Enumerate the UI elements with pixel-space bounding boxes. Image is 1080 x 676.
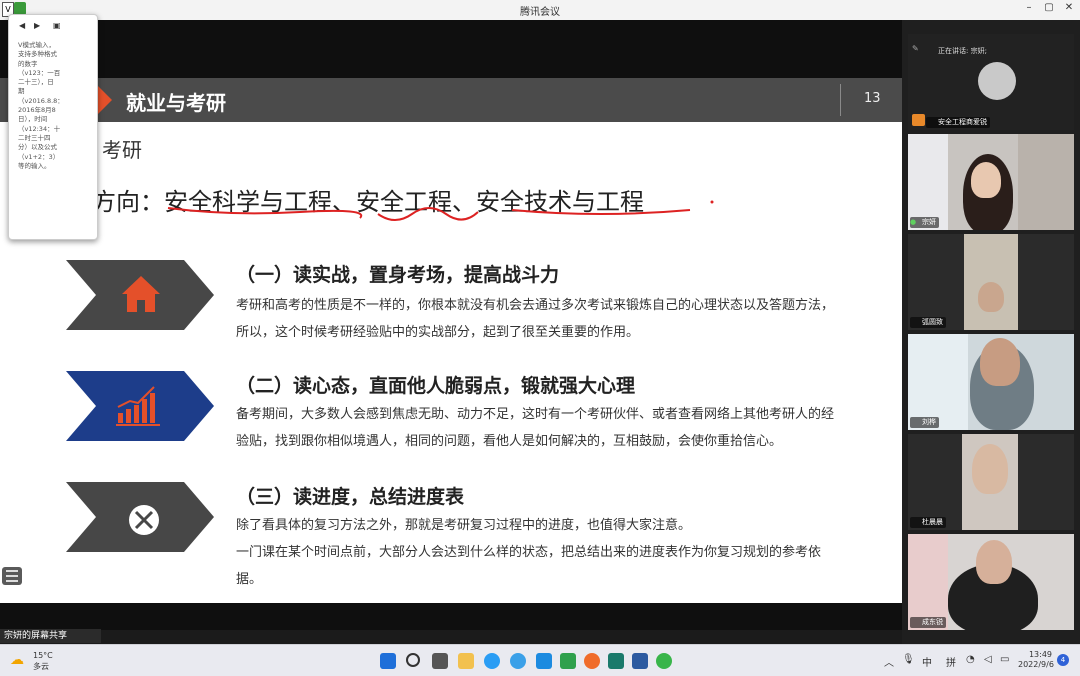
input-tooltip-popup: ◀ ▶ ▣ V模式输入， 支持多种格式 的数字 （v123：一百 二十三），日 … <box>8 14 98 240</box>
participant-tile[interactable]: 弧圆致 <box>908 234 1074 330</box>
chevron-up-icon[interactable]: ︿ <box>884 654 894 669</box>
maximize-button[interactable]: ▢ <box>1042 2 1056 13</box>
chevron-badge <box>66 260 214 330</box>
clock-time: 13:49 <box>1028 650 1052 659</box>
direction-item: 安全工程 <box>356 188 452 216</box>
title-bar: V 腾讯会议 – ▢ ✕ <box>0 0 1080 21</box>
search-icon[interactable] <box>406 653 420 667</box>
next-arrow-icon[interactable]: ▶ <box>34 21 40 30</box>
task-view-icon[interactable] <box>432 653 448 669</box>
shared-screen: 就业与考研 13 考研 方向：安全科学与工程、安全工程、安全技术与工程 （一）读… <box>0 20 902 630</box>
settings-icon[interactable]: ▣ <box>53 21 61 30</box>
edge-browser-icon[interactable] <box>484 653 500 669</box>
weather-description: 多云 <box>33 662 49 671</box>
weather-temperature: 15°C <box>33 651 53 660</box>
speaking-indicator: 正在讲话: 宗妍; <box>938 47 987 55</box>
participant-name: 弧圆致 <box>910 317 946 328</box>
item-heading: （二）读心态，直面他人脆弱点，锻就强大心理 <box>236 375 636 397</box>
colorful-app-icon[interactable] <box>584 653 600 669</box>
side-menu-toggle[interactable] <box>2 567 22 585</box>
cloudy-weather-icon: ☁ <box>10 652 24 668</box>
chevron-badge <box>66 371 214 441</box>
windows-start-icon[interactable] <box>380 653 396 669</box>
taskbar: ☁ 15°C 多云 ︿ 🎙 中 拼 ◔ ◁ ▭ 13:49 2022/9/6 4 <box>0 644 1080 676</box>
participant-tile[interactable]: 杜晨晨 <box>908 434 1074 530</box>
notification-count-badge[interactable]: 4 <box>1057 654 1069 666</box>
item-body: 除了看具体的复习方法之外，那就是考研复习过程中的进度，也值得大家注意。 一门课在… <box>236 512 836 593</box>
presentation-slide: 就业与考研 13 考研 方向：安全科学与工程、安全工程、安全技术与工程 （一）读… <box>0 78 902 603</box>
pinyin-indicator[interactable]: 拼 <box>946 654 956 669</box>
clock-date: 2022/9/6 <box>1018 660 1054 669</box>
item-heading: （三）读进度，总结进度表 <box>236 486 465 508</box>
tools-icon <box>129 505 159 535</box>
slide-page-number: 13 <box>864 91 881 106</box>
media-app-icon[interactable] <box>608 653 624 669</box>
file-explorer-icon[interactable] <box>458 653 474 669</box>
wifi-icon[interactable]: ◔ <box>966 654 975 665</box>
screen-share-label: 宗妍的屏幕共享 <box>0 629 101 643</box>
direction-item: 安全科学与工程 <box>164 188 332 216</box>
direction-separator: 、 <box>452 188 476 216</box>
participant-name: 杜晨晨 <box>910 517 946 528</box>
participant-name: 成东锐 <box>910 617 946 628</box>
messaging-app-icon[interactable] <box>560 653 576 669</box>
participants-panel: ✎ 正在讲话: 宗妍; 安全工程商爱锐 宗妍 ● 弧圆致 刘桦 杜晨晨 成东锐 <box>902 20 1080 644</box>
participant-tile[interactable]: 成东锐 <box>908 534 1074 630</box>
item-body-line: 除了看具体的复习方法之外，那就是考研复习过程中的进度，也值得大家注意。 <box>236 518 692 533</box>
participant-tile[interactable]: ✎ 正在讲话: 宗妍; 安全工程商爱锐 <box>908 34 1074 130</box>
browser-icon[interactable] <box>510 653 526 669</box>
item-body-line: 一门课在某个时间点前，大部分人会达到什么样的状态，把总结出来的进度表作为你复习规… <box>236 545 822 587</box>
prev-arrow-icon[interactable]: ◀ <box>19 21 25 30</box>
slide-title: 就业与考研 <box>126 91 226 115</box>
item-body: 考研和高考的性质是不一样的，你根本就没有机会去通过多次考试来锻炼自己的心理状态以… <box>236 298 835 340</box>
battery-icon[interactable]: ▭ <box>1000 654 1009 665</box>
host-badge-icon <box>912 114 925 126</box>
slide-header: 就业与考研 13 <box>0 78 902 122</box>
item-body: 备考期间，大多数人会感到焦虑无助、动力不足，这时有一个考研伙伴、或者查看网络上其… <box>236 407 835 449</box>
direction-label: 方向： <box>92 188 164 216</box>
speaker-avatar-icon: ✎ <box>912 44 919 53</box>
chevron-badge <box>66 482 214 552</box>
microphone-icon[interactable]: 🎙 <box>902 654 915 665</box>
tooltip-text: V模式输入， 支持多种格式 的数字 （v123：一百 二十三），日 期 （v20… <box>18 41 64 170</box>
participant-tile[interactable]: 宗妍 ● <box>908 134 1074 230</box>
participant-name: 安全工程商爱锐 <box>926 117 990 128</box>
minimize-button[interactable]: – <box>1022 2 1036 13</box>
meeting-icon[interactable] <box>536 653 552 669</box>
header-divider <box>840 84 841 116</box>
window-title: 腾讯会议 <box>520 7 560 18</box>
close-button[interactable]: ✕ <box>1062 2 1076 13</box>
participant-tile[interactable]: 刘桦 <box>908 334 1074 430</box>
tencent-meeting-icon[interactable] <box>632 653 648 669</box>
direction-item: 安全技术与工程 <box>476 188 644 216</box>
volume-icon[interactable]: ◁ <box>984 654 992 665</box>
system-clock[interactable]: 13:49 2022/9/6 <box>1018 650 1054 670</box>
avatar <box>978 62 1016 100</box>
slide-subtitle: 考研 <box>102 138 142 162</box>
mic-on-icon: ● <box>910 218 917 226</box>
participant-name: 刘桦 <box>910 417 939 428</box>
wechat-icon[interactable] <box>656 653 672 669</box>
item-heading: （一）读实战，置身考场，提高战斗力 <box>236 264 560 286</box>
direction-line: 方向：安全科学与工程、安全工程、安全技术与工程 <box>92 182 644 217</box>
direction-separator: 、 <box>332 188 356 216</box>
ime-language-indicator[interactable]: 中 <box>922 654 932 669</box>
